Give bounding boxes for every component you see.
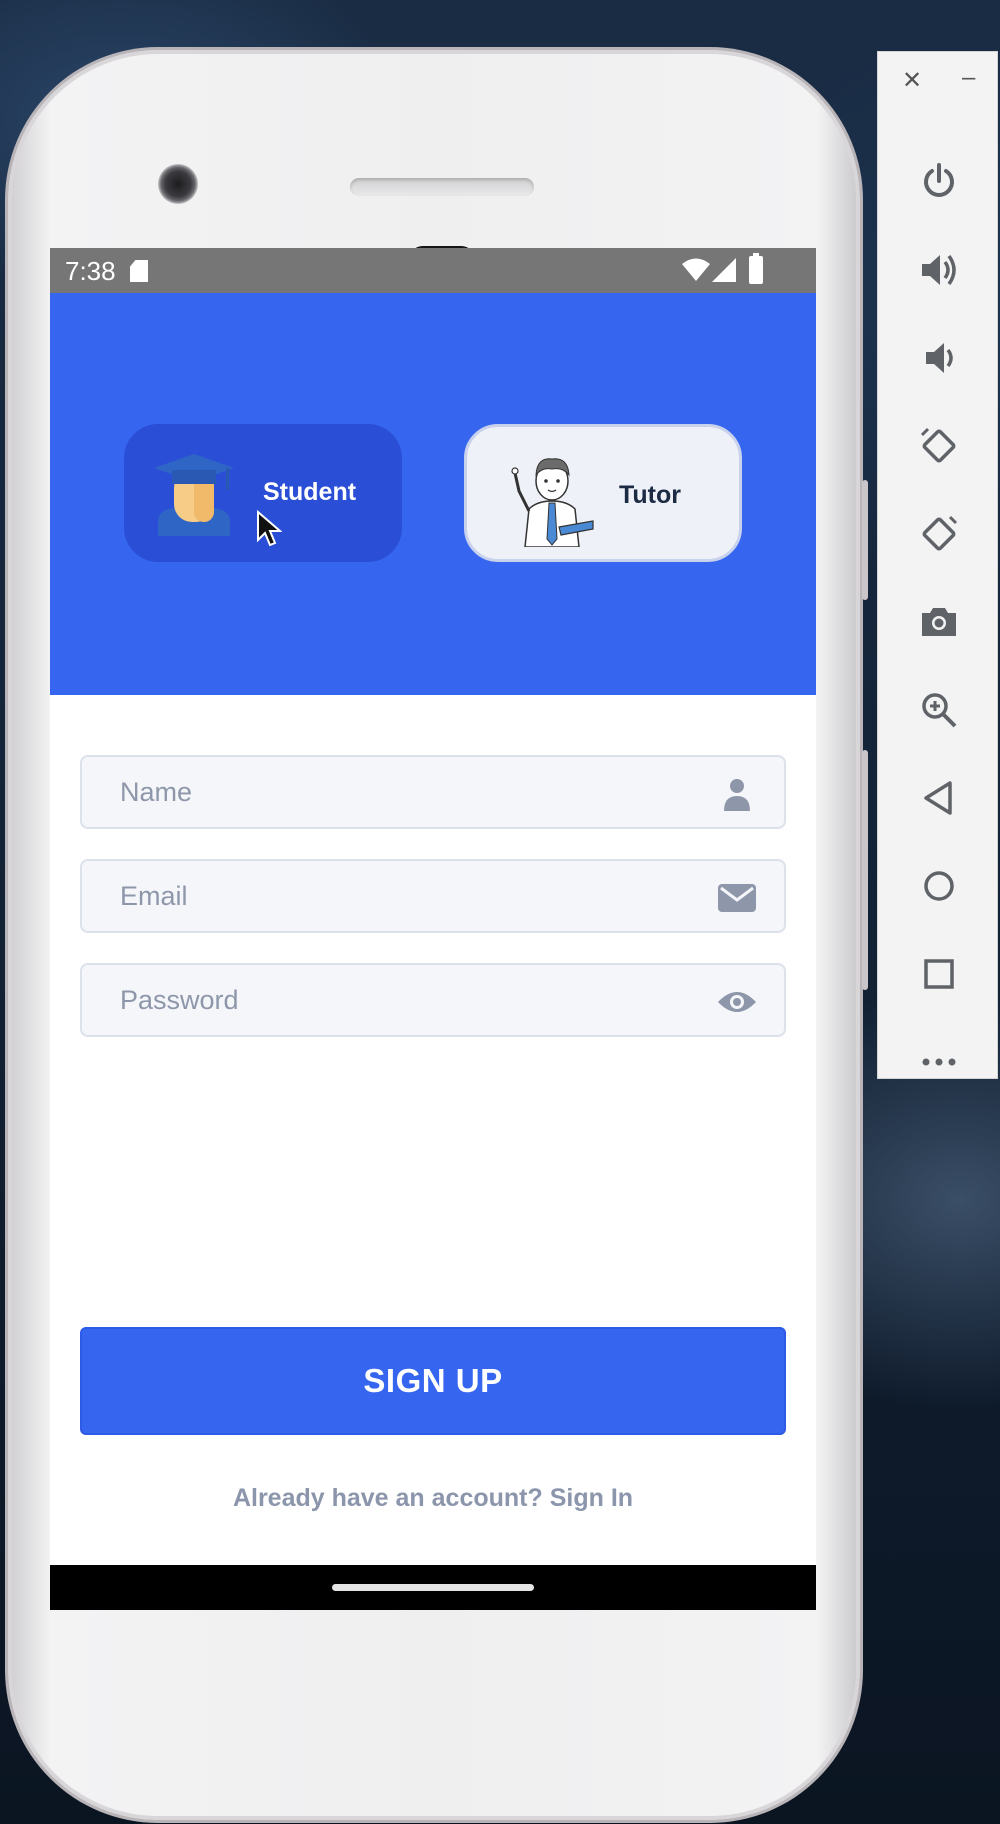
back-button[interactable] (878, 762, 999, 832)
tutor-role-button[interactable]: Tutor (464, 424, 742, 562)
rotate-right-button[interactable] (878, 498, 999, 568)
screenshot-button[interactable] (878, 586, 999, 656)
volume-up-button[interactable] (878, 234, 999, 304)
home-button[interactable] (878, 850, 999, 920)
status-time: 7:38 (65, 256, 116, 286)
more-button[interactable] (878, 1026, 999, 1096)
volume-down-icon (926, 343, 953, 373)
camera-icon (922, 608, 956, 636)
side-button-bottom (862, 750, 868, 990)
navigation-bar (50, 1565, 816, 1610)
volume-down-button[interactable] (878, 322, 999, 392)
name-field[interactable] (80, 755, 786, 829)
role-selector-header: Student Tutor (50, 293, 816, 695)
rotate-left-icon (920, 427, 956, 463)
sign-up-button[interactable]: SIGN UP (80, 1327, 786, 1435)
mail-icon (718, 884, 756, 912)
home-icon (924, 871, 954, 901)
home-gesture-handle[interactable] (332, 1584, 534, 1591)
eye-icon[interactable] (718, 985, 756, 1019)
app-screen: 7:38 Student Tutor Name Email SIGN UP Al… (50, 248, 816, 1610)
password-input[interactable] (82, 965, 720, 1035)
sd-card-icon (130, 260, 148, 282)
graduate-icon (154, 454, 234, 536)
email-input[interactable] (82, 861, 720, 931)
student-label: Student (263, 478, 357, 506)
earpiece-speaker (350, 178, 534, 196)
email-field[interactable] (80, 859, 786, 933)
cell-signal-icon (712, 258, 736, 282)
wifi-icon (682, 258, 710, 281)
power-button[interactable] (878, 146, 999, 216)
overview-button[interactable] (878, 938, 999, 1008)
person-icon (724, 779, 750, 811)
tutor-label: Tutor (619, 481, 682, 509)
zoom-button[interactable] (878, 674, 999, 744)
more-icon (922, 1058, 956, 1066)
minimize-icon[interactable]: – (962, 64, 975, 92)
sign-in-link[interactable]: Already have an account? Sign In (50, 1484, 816, 1513)
password-field[interactable] (80, 963, 786, 1037)
rotate-right-icon (922, 515, 958, 551)
volume-up-icon (922, 254, 956, 286)
overview-icon (924, 959, 954, 989)
emulator-toolbar: ✕ – (877, 51, 998, 1079)
side-button-top (862, 480, 868, 600)
battery-icon (749, 253, 763, 284)
front-camera (158, 164, 198, 204)
back-icon (924, 781, 952, 815)
mouse-cursor-icon (257, 510, 282, 547)
name-input[interactable] (82, 757, 720, 827)
close-icon[interactable]: ✕ (902, 66, 922, 95)
power-icon (924, 163, 954, 197)
zoom-icon (922, 693, 957, 728)
status-bar: 7:38 (50, 248, 816, 293)
tutor-icon (511, 458, 594, 547)
rotate-left-button[interactable] (878, 410, 999, 480)
